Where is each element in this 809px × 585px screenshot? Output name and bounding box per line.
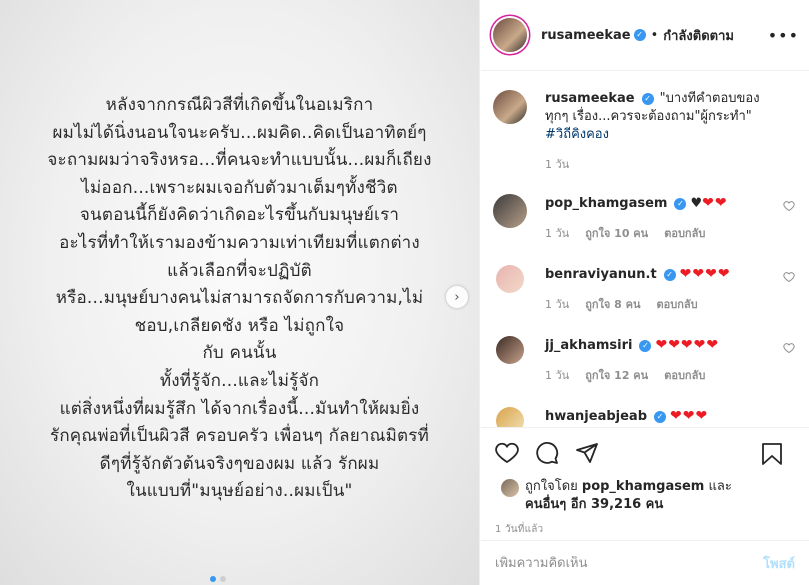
poem-line: แต่สิ่งหนึ่งที่ผมรู้สึก ได้จากเรื่องนี้.… xyxy=(59,398,420,419)
comment-hearts: ❤❤❤❤ xyxy=(679,266,731,282)
comment-username[interactable]: pop_khamgasem xyxy=(545,196,667,211)
verified-badge-icon: ✓ xyxy=(654,410,666,423)
reply-button[interactable]: ตอบกลับ xyxy=(664,367,705,385)
comment-username[interactable]: hwanjeabjeab xyxy=(545,409,647,424)
reply-button[interactable]: ตอบกลับ xyxy=(657,296,698,314)
avatar xyxy=(501,479,519,497)
list-item: hwanjeabjeab ✓ ❤❤❤ xyxy=(493,407,797,427)
comment-text: ♥ xyxy=(690,196,703,211)
following-button[interactable]: กำลังติดตาม xyxy=(663,25,734,46)
comments-list[interactable]: rusameekae ✓ "บางทีคำตอบของทุกๆ เรื่อง...ค… xyxy=(481,72,809,427)
like-comment-heart-icon[interactable] xyxy=(783,271,795,283)
comment-likes-button[interactable]: ถูกใจ 10 คน xyxy=(585,225,648,243)
likes-conj: และ xyxy=(708,479,732,494)
poem-line: กับ คนนั้น xyxy=(202,343,277,364)
comment-likes-button[interactable]: ถูกใจ 8 คน xyxy=(585,296,640,314)
carousel-dot xyxy=(210,576,216,582)
comment-likes-button[interactable]: ถูกใจ 12 คน xyxy=(585,367,648,385)
verified-badge-icon: ✓ xyxy=(663,268,676,281)
likes-summary: ถูกใจโดย pop_khamgasem และ คนอื่นๆ อีก 3… xyxy=(481,478,809,514)
carousel-dot xyxy=(220,576,226,582)
verified-badge-icon: ✓ xyxy=(674,197,687,210)
verified-badge-icon: ✓ xyxy=(639,339,652,352)
post-side-panel: rusameekae ✓ • กำลังติดตาม ••• rusameeka… xyxy=(481,0,809,585)
add-comment-bar: โพสต์ xyxy=(481,540,809,585)
carousel-dots xyxy=(210,576,226,582)
comment-hearts: ❤❤❤❤❤ xyxy=(655,337,720,353)
reply-button[interactable]: ตอบกลับ xyxy=(664,225,705,243)
caption: rusameekae ✓ "บางทีคำตอบของทุกๆ เรื่อง...ค… xyxy=(493,90,797,174)
caption-time: 1 วัน xyxy=(545,158,570,171)
post-image-text: หลังจากกรณีผิวสีที่เกิดขึ้นในอเมริกา ผมไ… xyxy=(0,92,479,506)
avatar[interactable] xyxy=(493,18,527,52)
poem-line: ไม่ออก...เพราะผมเจอกับตัวมาเต็มๆทั้งชีวิ… xyxy=(81,177,398,198)
avatar[interactable] xyxy=(496,265,524,293)
poem-line: ในแบบที่"มนุษย์อย่าง..ผมเป็น" xyxy=(126,481,353,502)
post-actions: ถูกใจโดย pop_khamgasem และ คนอื่นๆ อีก 3… xyxy=(481,427,809,539)
poem-line: แล้วเลือกที่จะปฏิบัติ xyxy=(167,260,312,281)
more-options-icon[interactable]: ••• xyxy=(768,26,799,45)
list-item: pop_khamgasem ✓ ♥❤❤ 1 วัน ถูกใจ 10 คน ตอบก… xyxy=(493,194,797,243)
comment-hearts: ❤❤ xyxy=(702,195,728,211)
post-comment-button[interactable]: โพสต์ xyxy=(763,553,795,574)
post-timestamp: 1 วันที่แล้ว xyxy=(495,524,544,535)
likes-others-link[interactable]: คนอื่นๆ อีก 39,216 คน xyxy=(525,497,663,512)
verified-badge-icon: ✓ xyxy=(633,29,646,41)
comment-time: 1 วัน xyxy=(545,298,570,311)
poem-line: ทั้งที่รู้จัก...และไม่รู้จัก xyxy=(159,370,320,391)
poem-line: ผมไม่ได้นิ่งนอนใจนะครับ...ผมคิด..คิดเป็น… xyxy=(52,122,427,143)
comment-input[interactable] xyxy=(495,555,764,571)
poem-line: ชอบ,เกลียดชัง หรือ ไม่ถูกใจ xyxy=(134,315,345,336)
poem-line: จะถามผมว่าจริงหรอ...ที่คนจะทำแบบนั้น...ผ… xyxy=(47,150,432,171)
list-item: benraviyanun.t ✓ ❤❤❤❤ 1 วัน ถูกใจ 8 คน ตอบ… xyxy=(493,265,797,314)
caption-username[interactable]: rusameekae xyxy=(545,91,635,106)
next-slide-button[interactable]: › xyxy=(446,286,468,308)
verified-badge-icon: ✓ xyxy=(641,92,654,105)
poem-line: รักคุณพ่อที่เป็นผิวสี ครอบครัว เพื่อนๆ ก… xyxy=(49,426,429,447)
comment-time: 1 วัน xyxy=(545,227,570,240)
hashtag-link[interactable]: #วิถีคิงคอง xyxy=(545,126,773,144)
likes-prefix: ถูกใจโดย xyxy=(525,479,578,494)
post-header: rusameekae ✓ • กำลังติดตาม ••• xyxy=(481,0,809,71)
like-comment-heart-icon[interactable] xyxy=(783,342,795,354)
poem-line: ดีๆที่รู้จักตัวต้นจริงๆของผม แล้ว รักผม xyxy=(99,453,380,474)
bookmark-icon[interactable] xyxy=(761,442,783,466)
comment-hearts: ❤❤❤ xyxy=(670,408,709,424)
like-heart-icon[interactable] xyxy=(495,441,519,465)
avatar[interactable] xyxy=(496,407,524,427)
poem-line: หรือ...มนุษย์บางคนไม่สามารถจัดการกับความ… xyxy=(55,288,424,309)
comment-bubble-icon[interactable] xyxy=(535,441,559,465)
post-image: หลังจากกรณีผิวสีที่เกิดขึ้นในอเมริกา ผมไ… xyxy=(0,0,480,585)
avatar[interactable] xyxy=(496,336,524,364)
separator-dot: • xyxy=(650,27,659,43)
like-comment-heart-icon[interactable] xyxy=(783,200,795,212)
list-item: jj_akhamsiri ✓ ❤❤❤❤❤ 1 วัน ถูกใจ 12 คน ตอบ… xyxy=(493,336,797,385)
likes-user-link[interactable]: pop_khamgasem xyxy=(582,479,704,494)
comment-username[interactable]: jj_akhamsiri xyxy=(545,338,632,353)
share-paper-plane-icon[interactable] xyxy=(575,441,599,465)
avatar[interactable] xyxy=(493,90,527,124)
header-username[interactable]: rusameekae xyxy=(541,28,631,43)
poem-line: หลังจากกรณีผิวสีที่เกิดขึ้นในอเมริกา xyxy=(105,95,374,115)
poem-line: จนตอนนี้ก็ยังคิดว่าเกิดอะไรขึ้นกับมนุษย์… xyxy=(79,205,400,226)
comment-time: 1 วัน xyxy=(545,369,570,382)
chevron-right-icon: › xyxy=(454,289,460,305)
avatar[interactable] xyxy=(493,194,527,228)
comment-username[interactable]: benraviyanun.t xyxy=(545,267,657,282)
poem-line: อะไรที่ทำให้เรามองข้ามความเท่าเทียมที่แต… xyxy=(59,232,420,253)
